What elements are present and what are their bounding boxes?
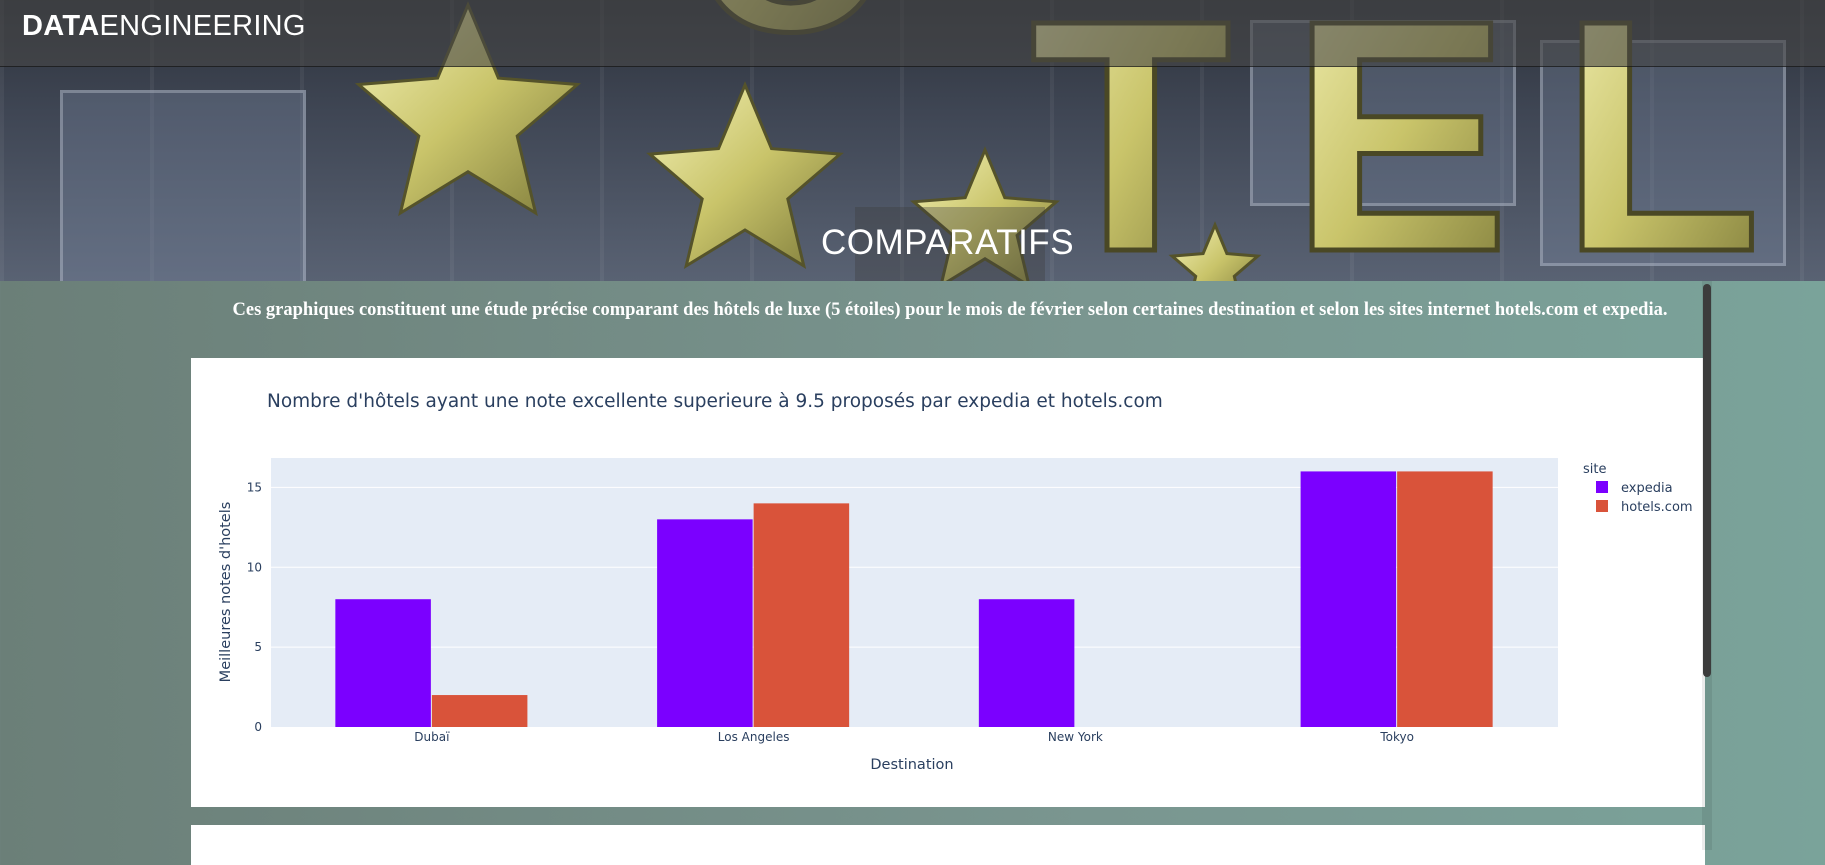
bar-chart: Nombre d'hôtels ayant une note excellent… [218, 391, 1693, 773]
bar-expedia-2[interactable] [978, 599, 1075, 727]
x-tick-label: Dubaï [414, 730, 450, 744]
legend-label[interactable]: hotels.com [1621, 500, 1693, 515]
x-tick-label: Tokyo [1379, 730, 1414, 744]
x-axis-label: Destination [870, 757, 953, 773]
x-tick-label: New York [1048, 730, 1103, 744]
brand-logo[interactable]: DATAENGINEERING [22, 10, 306, 43]
legend-title: site [1583, 462, 1606, 477]
y-tick-label: 5 [254, 640, 262, 654]
bar-expedia-0[interactable] [335, 599, 431, 727]
legend-label[interactable]: expedia [1621, 481, 1673, 496]
y-tick-label: 15 [247, 480, 262, 494]
navbar: DATAENGINEERING [0, 0, 1825, 67]
legend-swatch[interactable] [1596, 481, 1608, 493]
page-title: COMPARATIFS [820, 223, 1075, 262]
bar-hotelscom-3[interactable] [1397, 471, 1493, 727]
bar-hotelscom-1[interactable] [753, 503, 850, 727]
y-axis-label: Meilleures notes d'hotels [218, 502, 234, 683]
hero-banner: OTEL DATAENGINEERING COMPARATIFS [0, 0, 1825, 281]
chart-legend: site expedia hotels.com [1583, 462, 1693, 515]
y-tick-label: 10 [247, 560, 262, 574]
scrollbar-thumb[interactable] [1703, 284, 1711, 677]
legend-swatch[interactable] [1596, 500, 1608, 512]
intro-text: Ces graphiques constituent une étude pré… [232, 300, 1668, 320]
bar-expedia-1[interactable] [657, 519, 753, 727]
second-chart-card [191, 825, 1705, 865]
x-tick-label: Los Angeles [718, 730, 790, 744]
y-tick-label: 0 [254, 720, 262, 734]
bar-expedia-3[interactable] [1300, 471, 1397, 727]
bar-hotelscom-0[interactable] [431, 695, 528, 727]
chart-card: Nombre d'hôtels ayant une note excellent… [191, 358, 1705, 807]
chart-title: Nombre d'hôtels ayant une note excellent… [267, 391, 1163, 412]
